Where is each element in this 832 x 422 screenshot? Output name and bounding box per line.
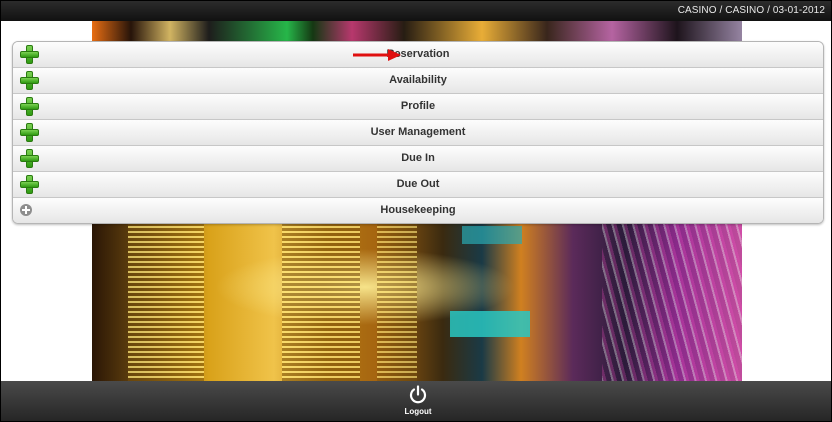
menu-item-label: User Management xyxy=(370,126,466,138)
menu-item-label: Availability xyxy=(389,74,447,86)
app-window: CASINO / CASINO / 03-01-2012 Reservation… xyxy=(0,0,832,422)
menu-item-label: Profile xyxy=(400,100,436,112)
red-arrow-icon xyxy=(353,49,401,61)
menu-item-due-out[interactable]: Due Out xyxy=(13,171,823,197)
menu-item-label: Due Out xyxy=(396,178,440,190)
menu-item-reservation[interactable]: Reservation xyxy=(13,42,823,67)
main-menu: Reservation Availability Profile User Ma… xyxy=(12,41,824,224)
menu-item-availability[interactable]: Availability xyxy=(13,67,823,93)
power-icon xyxy=(409,385,427,404)
menu-item-label: Due In xyxy=(401,152,435,164)
logout-button[interactable]: Logout xyxy=(396,385,440,419)
menu-item-label: Reservation xyxy=(386,48,450,60)
menu-item-due-in[interactable]: Due In xyxy=(13,145,823,171)
menu-item-housekeeping[interactable]: Housekeeping xyxy=(13,197,823,223)
menu-item-profile[interactable]: Profile xyxy=(13,93,823,119)
top-bar: CASINO / CASINO / 03-01-2012 xyxy=(1,1,831,21)
context-info: CASINO / CASINO / 03-01-2012 xyxy=(677,5,825,16)
menu-item-user-management[interactable]: User Management xyxy=(13,119,823,145)
footer-bar: Logout xyxy=(1,381,831,421)
menu-item-label: Housekeeping xyxy=(380,204,456,216)
logout-label: Logout xyxy=(404,407,432,416)
